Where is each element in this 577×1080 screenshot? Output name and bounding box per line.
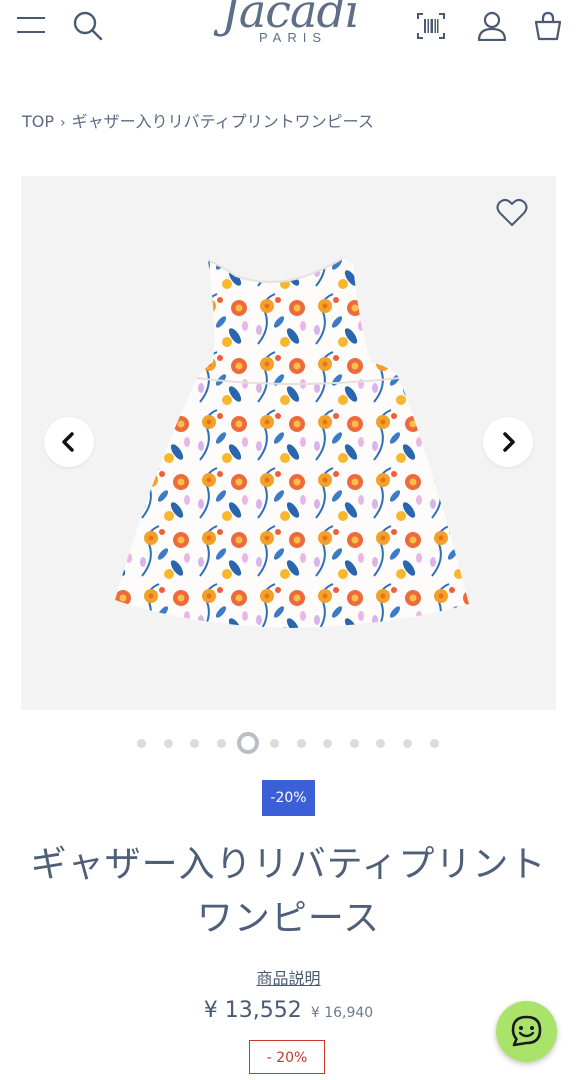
price-block: ¥ 13,552 ¥ 16,940 [0, 998, 577, 1023]
gallery-pagination [0, 732, 577, 755]
gallery-prev-button[interactable] [44, 417, 94, 467]
product-image [115, 257, 469, 628]
pagination-dot[interactable] [216, 739, 226, 748]
pagination-dot[interactable] [323, 739, 333, 748]
breadcrumb-current: ギャザー入りリバティプリントワンピース [71, 112, 374, 131]
chat-icon [511, 1015, 542, 1047]
pagination-dot-active[interactable] [236, 732, 259, 754]
brand-logo[interactable]: Jacadi PARIS [205, 0, 375, 54]
breadcrumb-home-link[interactable]: TOP [22, 112, 54, 131]
cart-icon[interactable] [533, 11, 563, 41]
gallery-next-button[interactable] [483, 417, 533, 467]
barcode-icon[interactable] [416, 12, 446, 40]
pagination-dot[interactable] [270, 739, 279, 748]
chevron-left-icon [62, 432, 74, 452]
chat-button[interactable] [496, 1001, 557, 1062]
breadcrumb: TOP › ギャザー入りリバティプリントワンピース [22, 108, 374, 132]
logo-wordmark: Jacadi [221, 0, 359, 38]
pagination-dot[interactable] [403, 739, 412, 748]
price-original: ¥ 16,940 [310, 1005, 374, 1021]
price-current: ¥ 13,552 [203, 998, 302, 1023]
pagination-dot[interactable] [349, 739, 359, 748]
discount-badge: -20% [262, 780, 315, 816]
breadcrumb-separator: › [60, 115, 66, 131]
site-header: Jacadi PARIS [0, 0, 577, 60]
pagination-dot[interactable] [190, 739, 200, 748]
product-image-gallery[interactable] [21, 176, 556, 710]
chevron-right-icon [503, 432, 515, 452]
product-description-link[interactable]: 商品説明 [0, 965, 577, 989]
account-icon[interactable] [477, 11, 507, 41]
pagination-dot[interactable] [163, 739, 173, 748]
discount-label: - 20% [249, 1040, 325, 1074]
menu-icon[interactable] [16, 15, 46, 37]
search-icon[interactable] [73, 11, 103, 41]
product-title: ギャザー入りリバティプリント ワンピース [0, 838, 577, 946]
product-title-line2: ワンピース [196, 898, 381, 939]
pagination-dot[interactable] [429, 739, 439, 748]
pagination-dot[interactable] [376, 739, 386, 748]
heart-icon[interactable] [496, 198, 528, 228]
pagination-dot[interactable] [137, 739, 146, 748]
pagination-dot[interactable] [296, 739, 306, 748]
product-title-line1: ギャザー入りリバティプリント [30, 844, 547, 885]
